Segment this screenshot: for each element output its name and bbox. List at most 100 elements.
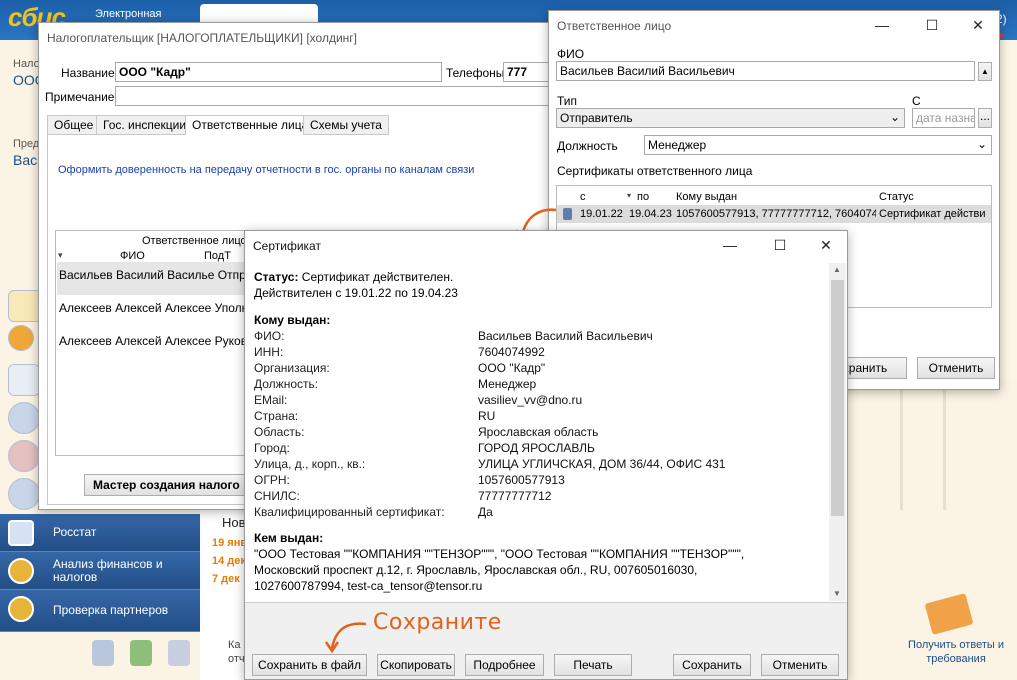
arrow-annotation-icon <box>324 622 367 654</box>
taxpayer-window-title: Налогоплательщик [НАЛОГОПЛАТЕЛЬЩИКИ] [хо… <box>47 31 357 45</box>
close-icon[interactable]: ✕ <box>811 237 841 257</box>
tab-general[interactable]: Общее <box>47 115 101 135</box>
note-label: Примечание <box>45 90 115 104</box>
certs-label: Сертификаты ответственного лица <box>557 164 753 178</box>
tab-accounting-schemes[interactable]: Схемы учета <box>303 115 389 135</box>
cert-status: Статус: Сертификат действителен. Действи… <box>254 270 458 300</box>
bottom-snippet: Ка <box>228 639 241 651</box>
nav-partner-check[interactable]: Проверка партнеров <box>0 590 200 632</box>
col-issued-to[interactable]: Кому выдан <box>676 191 737 203</box>
certificate-icon <box>563 208 572 220</box>
fio-label: ФИО <box>557 47 585 61</box>
col-status[interactable]: Статус <box>879 191 914 203</box>
col-from[interactable]: с <box>580 191 586 203</box>
grid-col-sign[interactable]: ПодТ <box>204 250 231 262</box>
cert-field: ИНН: 7604074992 <box>254 345 545 359</box>
help-link[interactable]: Получить ответы и требования <box>900 638 1012 666</box>
magnifier-icon <box>8 596 34 622</box>
minimize-icon[interactable]: — <box>715 237 745 257</box>
from-label: С <box>912 94 921 108</box>
orange-circle-icon[interactable] <box>8 325 34 351</box>
save-to-file-button[interactable]: Сохранить в файл <box>252 654 367 676</box>
grid-group-header: Ответственное лицо <box>142 235 247 247</box>
news-date: 7 дек <box>212 573 240 585</box>
emblem-icon-1[interactable] <box>92 640 114 666</box>
scrollbar-thumb[interactable] <box>831 280 844 516</box>
news-title: Нов <box>222 515 246 530</box>
sort-icon[interactable]: ▾ <box>627 191 631 200</box>
nav-rosstat[interactable]: Росстат <box>0 514 200 552</box>
table-row[interactable]: Алексеев Алексей Алексее Руково <box>57 328 247 361</box>
scroll-up-icon[interactable]: ▲ <box>833 265 841 274</box>
sort-icon[interactable]: ▾ <box>58 250 63 261</box>
coins-icon <box>8 558 34 584</box>
maximize-icon[interactable]: ☐ <box>765 237 795 257</box>
note-input[interactable] <box>115 86 555 106</box>
power-of-attorney-link[interactable]: Оформить доверенность на передачу отчетн… <box>58 164 474 176</box>
col-to[interactable]: по <box>637 191 649 203</box>
issued-to-header: Кому выдан: <box>254 313 331 327</box>
tab-inspections[interactable]: Гос. инспекции <box>96 115 194 135</box>
cert-field: EMail: vasiliev_vv@dno.ru <box>254 393 583 407</box>
promo-figure-icon <box>900 390 946 510</box>
news-date: 19 янв <box>212 537 248 549</box>
responsible-cancel-button[interactable]: Отменить <box>917 357 995 379</box>
calendar-icon[interactable] <box>8 364 40 396</box>
cert-field: Область: Ярославская область <box>254 425 599 439</box>
cert-field: Улица, д., корп., кв.: УЛИЦА УГЛИЧСКАЯ, Д… <box>254 457 726 471</box>
nav-finance-analysis[interactable]: Анализ финансов и налогов <box>0 552 200 590</box>
print-button[interactable]: Печать <box>554 654 632 676</box>
date-picker-button[interactable]: ... <box>978 108 992 128</box>
fss-emblem-icon[interactable] <box>8 478 40 510</box>
header-alert-icon: ● <box>998 30 1005 41</box>
cert-field: Город: ГОРОД ЯРОСЛАВЛЬ <box>254 441 595 455</box>
close-icon[interactable]: ✕ <box>963 17 993 37</box>
type-select[interactable]: Отправитель ⌄ <box>556 108 905 128</box>
certificate-cancel-button[interactable]: Отменить <box>761 654 839 676</box>
cert-field: Должность: Менеджер <box>254 377 537 391</box>
from-date-input[interactable]: дата назнач <box>912 108 975 128</box>
cert-field: ОГРН: 1057600577913 <box>254 473 565 487</box>
cert-field: Организация: ООО "Кадр" <box>254 361 546 375</box>
cert-field: Квалифицированный сертификат: Да <box>254 505 493 519</box>
fns-emblem-icon[interactable] <box>8 402 40 434</box>
minimize-icon[interactable]: — <box>867 17 897 37</box>
pfr-emblem-icon[interactable] <box>8 440 40 472</box>
fio-lookup-button[interactable]: ▲ <box>978 62 992 81</box>
issuer-text: "ООО Тестовая ""КОМПАНИЯ ""ТЕНЗОР""", "О… <box>254 547 745 593</box>
position-label: Должность <box>557 139 618 153</box>
name-label: Название <box>61 66 115 80</box>
fio-input[interactable]: Васильев Василий Васильевич <box>556 61 975 81</box>
issuer-header: Кем выдан: <box>254 531 324 545</box>
cert-field: СНИЛС: 77777777712 <box>254 489 552 503</box>
position-select[interactable]: Менеджер ⌄ <box>644 135 992 155</box>
wizard-button[interactable]: Мастер создания налого <box>84 474 254 496</box>
phones-input[interactable]: 777 <box>503 62 553 82</box>
rosstat-icon <box>8 520 34 546</box>
scroll-down-icon[interactable]: ▼ <box>833 589 841 598</box>
copy-button[interactable]: Скопировать <box>377 654 455 676</box>
details-button[interactable]: Подробнее <box>465 654 544 676</box>
cert-fields: ФИО: Васильев Василий Васильевич ИНН: 7604… <box>254 328 725 520</box>
tab-responsible[interactable]: Ответственные лица <box>185 115 316 136</box>
scrollbar[interactable]: ▲ ▼ <box>829 263 846 601</box>
sidebar-label-rep: Пред <box>13 138 40 150</box>
name-input[interactable]: ООО "Кадр" <box>115 62 442 82</box>
table-row[interactable]: Алексеев Алексей Алексее Уполно <box>57 295 247 328</box>
app-logo-subtitle: Электронная <box>95 8 162 20</box>
bottom-snippet: отч <box>228 653 245 665</box>
save-annotation: Сохраните <box>373 610 502 635</box>
type-label: Тип <box>557 94 578 108</box>
table-row[interactable]: Васильев Василий Василье Отправ <box>57 262 247 295</box>
news-date: 14 дек <box>212 555 246 567</box>
cert-row[interactable]: 19.01.22 19.04.23 1057600577913, 7777777… <box>557 205 991 223</box>
grid-col-fio[interactable]: ФИО <box>120 250 145 262</box>
fst-emblem-icon[interactable] <box>168 640 190 666</box>
sidebar-value-rep[interactable]: Вас <box>13 152 37 168</box>
maximize-icon[interactable]: ☐ <box>917 17 947 37</box>
emblem-icon-2[interactable] <box>130 640 152 666</box>
certificate-save-button[interactable]: Сохранить <box>673 654 751 676</box>
sidebar-label-taxpayer: Нало <box>13 58 40 70</box>
cert-field: Страна: RU <box>254 409 496 423</box>
chevron-down-icon: ⌄ <box>889 110 900 124</box>
